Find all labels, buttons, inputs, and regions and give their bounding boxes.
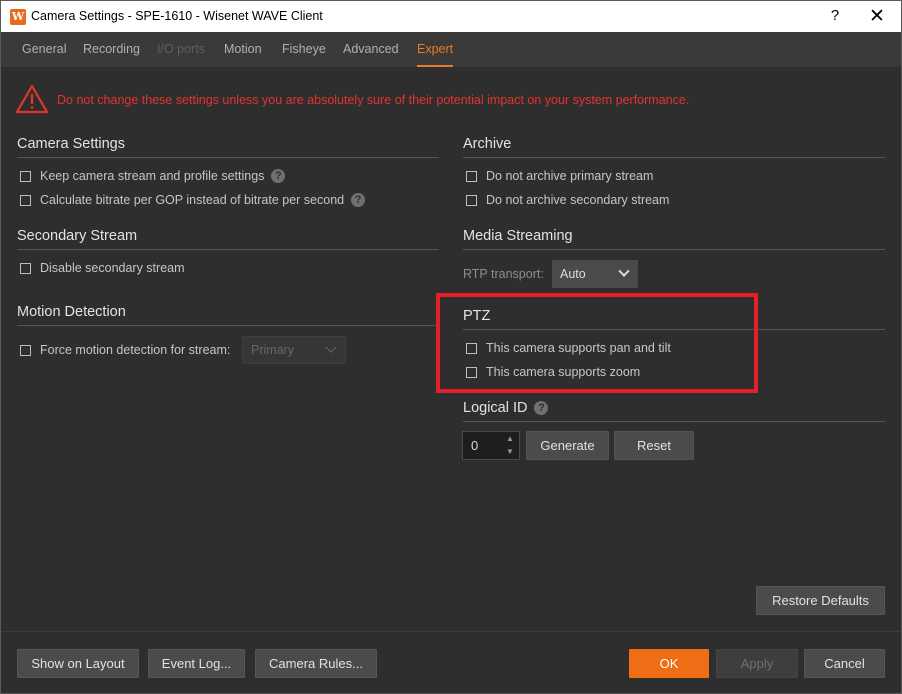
window-title: Camera Settings - SPE-1610 - Wisenet WAV… — [31, 9, 323, 23]
tab-general[interactable]: General — [22, 32, 66, 67]
no-archive-secondary-checkbox[interactable] — [466, 194, 477, 206]
restore-defaults-button[interactable]: Restore Defaults — [756, 586, 885, 615]
tab-advanced[interactable]: Advanced — [343, 32, 399, 67]
help-icon[interactable]: ? — [351, 193, 366, 207]
ok-button[interactable]: OK — [629, 649, 709, 678]
spin-up-icon[interactable]: ▲ — [505, 434, 515, 444]
no-archive-primary-checkbox-row[interactable]: Do not archive primary stream — [466, 169, 653, 183]
ptz-highlight-box — [436, 293, 758, 393]
help-icon[interactable]: ? — [271, 169, 286, 183]
title-bar: W Camera Settings - SPE-1610 - Wisenet W… — [0, 0, 902, 32]
close-button[interactable]: ✕ — [867, 5, 887, 28]
motion-stream-select: Primary — [242, 336, 346, 364]
logical-id-value: 0 — [471, 438, 479, 453]
motion-stream-value: Primary — [251, 343, 295, 357]
disable-secondary-checkbox[interactable] — [20, 262, 31, 274]
media-streaming-title: Media Streaming — [463, 228, 885, 250]
spin-down-icon[interactable]: ▼ — [505, 447, 515, 457]
cancel-button[interactable]: Cancel — [804, 649, 885, 678]
rtp-transport-label: RTP transport: — [463, 267, 544, 281]
tab-recording[interactable]: Recording — [83, 32, 140, 67]
show-on-layout-button[interactable]: Show on Layout — [17, 649, 139, 678]
no-archive-secondary-checkbox-row[interactable]: Do not archive secondary stream — [466, 193, 669, 207]
no-archive-primary-checkbox[interactable] — [466, 170, 477, 182]
help-icon[interactable]: ? — [534, 401, 549, 415]
secondary-stream-title: Secondary Stream — [17, 228, 439, 250]
camera-rules-button[interactable]: Camera Rules... — [255, 649, 377, 678]
archive-title: Archive — [463, 136, 885, 158]
tab-io-ports: I/O ports — [157, 42, 205, 56]
calc-bitrate-checkbox-row[interactable]: Calculate bitrate per GOP instead of bit… — [20, 193, 366, 207]
keep-stream-label: Keep camera stream and profile settings — [40, 169, 265, 183]
warning-triangle-icon — [15, 84, 49, 114]
keep-stream-checkbox[interactable] — [20, 170, 31, 182]
tab-motion[interactable]: Motion — [224, 32, 262, 67]
chevron-down-icon — [325, 341, 337, 353]
logical-id-title-row: Logical ID ? — [463, 400, 885, 422]
generate-button[interactable]: Generate — [526, 431, 609, 460]
apply-button: Apply — [716, 649, 798, 678]
rtp-transport-value: Auto — [560, 267, 586, 281]
disable-secondary-checkbox-row[interactable]: Disable secondary stream — [20, 261, 185, 275]
warning-message: Do not change these settings unless you … — [57, 93, 690, 107]
chevron-down-icon — [618, 265, 630, 277]
footer-divider — [1, 631, 901, 632]
help-button[interactable]: ? — [827, 7, 843, 24]
event-log-button[interactable]: Event Log... — [148, 649, 245, 678]
rtp-transport-select[interactable]: Auto — [552, 260, 638, 288]
calc-bitrate-checkbox[interactable] — [20, 194, 31, 206]
tab-bar: General Recording I/O ports Motion Fishe… — [0, 32, 902, 67]
logical-id-title: Logical ID — [463, 400, 528, 416]
app-logo-icon: W — [10, 9, 26, 25]
force-motion-label: Force motion detection for stream: — [40, 343, 231, 357]
keep-stream-checkbox-row[interactable]: Keep camera stream and profile settings … — [20, 169, 286, 183]
tab-expert[interactable]: Expert — [417, 32, 454, 67]
calc-bitrate-label: Calculate bitrate per GOP instead of bit… — [40, 193, 345, 207]
no-archive-secondary-label: Do not archive secondary stream — [486, 193, 670, 207]
camera-settings-title: Camera Settings — [17, 136, 439, 158]
motion-detection-title: Motion Detection — [17, 304, 439, 326]
no-archive-primary-label: Do not archive primary stream — [486, 169, 654, 183]
logical-id-spinbox[interactable]: 0 ▲ ▼ — [462, 431, 520, 460]
tab-fisheye[interactable]: Fisheye — [282, 32, 326, 67]
force-motion-checkbox[interactable] — [20, 344, 31, 356]
disable-secondary-label: Disable secondary stream — [40, 261, 185, 275]
force-motion-checkbox-row[interactable]: Force motion detection for stream: — [20, 343, 230, 357]
reset-button[interactable]: Reset — [614, 431, 694, 460]
